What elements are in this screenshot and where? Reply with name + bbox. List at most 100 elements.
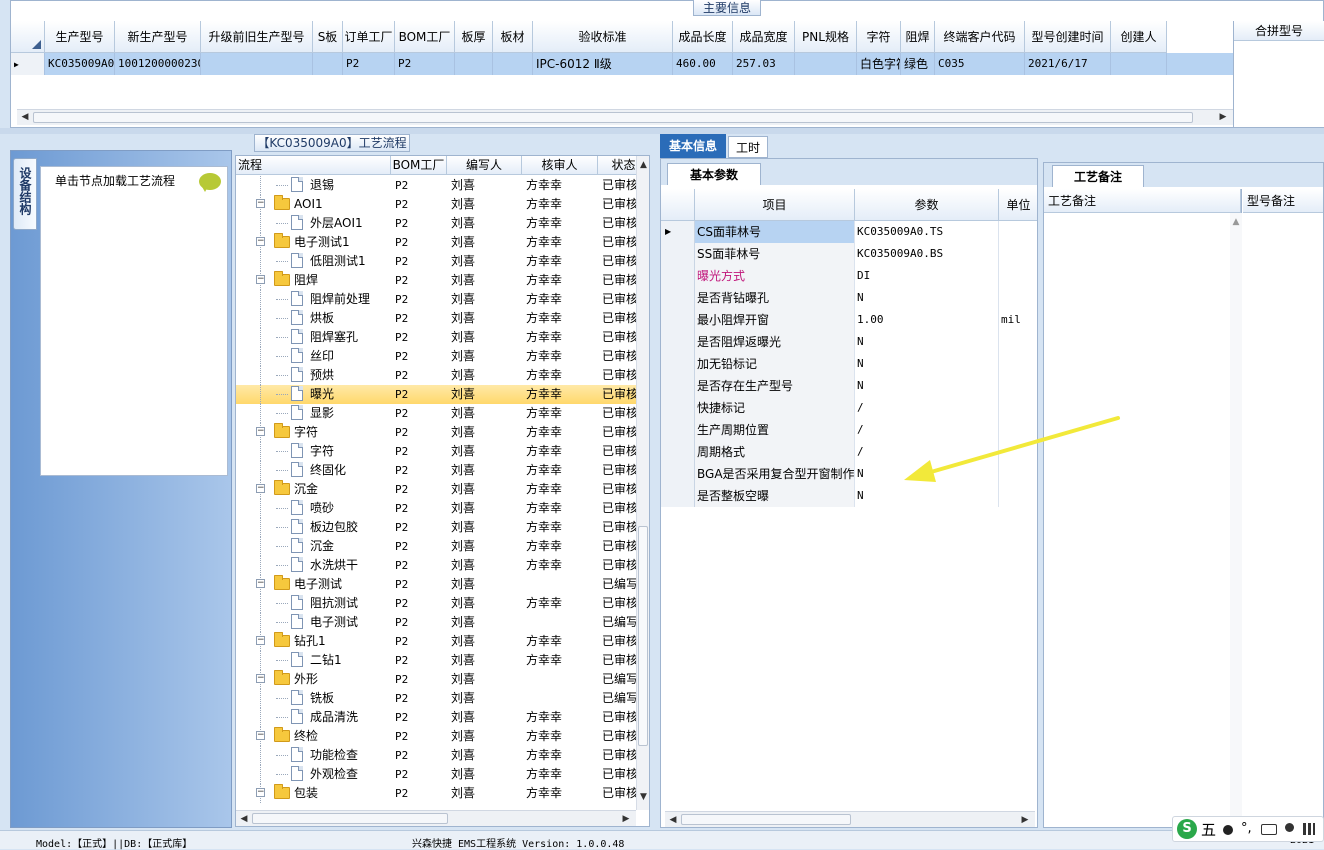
process-row[interactable]: 外观检查 P2 刘喜 方幸幸 已审核: [236, 765, 637, 784]
tab-process-remarks[interactable]: 工艺备注: [1052, 165, 1144, 187]
process-tree[interactable]: 退锡 P2 刘喜 方幸幸 已审核 − AOI1 P2 刘喜 方幸幸 已审核 外层AOI1 P2 刘喜 方幸幸…: [236, 170, 637, 810]
scroll-thumb[interactable]: [681, 814, 851, 825]
main-cell-0[interactable]: KC035009A0: [45, 53, 115, 75]
param-row-selector[interactable]: [661, 463, 695, 485]
param-value[interactable]: KC035009A0.TS: [855, 221, 999, 243]
main-cell-9[interactable]: 460.00: [673, 53, 733, 75]
process-row[interactable]: 铣板 P2 刘喜 已编写: [236, 689, 637, 708]
ime-toolbar[interactable]: S 五 °,: [1172, 816, 1324, 842]
scroll-right-icon[interactable]: ▶: [620, 812, 632, 826]
param-value[interactable]: N: [855, 331, 999, 353]
param-row[interactable]: 是否背钻曝孔 N: [661, 287, 1033, 309]
equipment-hint-box[interactable]: 单击节点加载工艺流程: [40, 166, 228, 476]
process-row[interactable]: 退锡 P2 刘喜 方幸幸 已审核: [236, 176, 637, 195]
process-row[interactable]: 低阻测试1 P2 刘喜 方幸幸 已审核: [236, 252, 637, 271]
process-row[interactable]: 电子测试 P2 刘喜 已编写: [236, 613, 637, 632]
tree-collapse-icon[interactable]: −: [256, 788, 265, 797]
process-row[interactable]: 预烘 P2 刘喜 方幸幸 已审核: [236, 366, 637, 385]
main-cell-12[interactable]: 白色字符: [857, 53, 901, 75]
param-value[interactable]: N: [855, 353, 999, 375]
main-cell-3[interactable]: [313, 53, 343, 75]
main-cell-7[interactable]: [493, 53, 533, 75]
process-row[interactable]: − 字符 P2 刘喜 方幸幸 已审核: [236, 423, 637, 442]
main-cell-15[interactable]: 2021/6/17: [1025, 53, 1111, 75]
process-row[interactable]: 水洗烘干 P2 刘喜 方幸幸 已审核: [236, 556, 637, 575]
param-value[interactable]: KC035009A0.BS: [855, 243, 999, 265]
process-row[interactable]: 字符 P2 刘喜 方幸幸 已审核: [236, 442, 637, 461]
param-row[interactable]: 曝光方式 DI: [661, 265, 1033, 287]
tree-collapse-icon[interactable]: −: [256, 427, 265, 436]
params-hscroll[interactable]: ◀ ▶: [665, 811, 1035, 827]
process-row[interactable]: 显影 P2 刘喜 方幸幸 已审核: [236, 404, 637, 423]
process-row[interactable]: − 钻孔1 P2 刘喜 方幸幸 已审核: [236, 632, 637, 651]
process-row[interactable]: 阻焊塞孔 P2 刘喜 方幸幸 已审核: [236, 328, 637, 347]
process-vscroll[interactable]: ▲ ▼: [636, 156, 649, 810]
tab-work-hours[interactable]: 工时: [728, 136, 768, 158]
scroll-left-icon[interactable]: ◀: [238, 812, 250, 826]
main-cell-1[interactable]: 10012000002306: [115, 53, 201, 75]
process-row[interactable]: 沉金 P2 刘喜 方幸幸 已审核: [236, 537, 637, 556]
param-row[interactable]: 是否整板空曝 N: [661, 485, 1033, 507]
tree-collapse-icon[interactable]: −: [256, 674, 265, 683]
param-row[interactable]: ▶ CS面菲林号 KC035009A0.TS: [661, 221, 1033, 243]
scroll-thumb[interactable]: [252, 813, 448, 824]
param-row[interactable]: 是否存在生产型号 N: [661, 375, 1033, 397]
tab-basic-params[interactable]: 基本参数: [667, 163, 761, 185]
equipment-tab[interactable]: 设备结构: [13, 158, 37, 230]
ime-menu-icon[interactable]: [1303, 823, 1315, 835]
process-row[interactable]: 功能检查 P2 刘喜 方幸幸 已审核: [236, 746, 637, 765]
process-row[interactable]: 喷砂 P2 刘喜 方幸幸 已审核: [236, 499, 637, 518]
main-info-data-row[interactable]: ▶ KC035009A010012000002306 P2P2 IPC-6012 Ⅱ级…: [11, 53, 1233, 75]
process-row[interactable]: − AOI1 P2 刘喜 方幸幸 已审核: [236, 195, 637, 214]
main-cell-10[interactable]: 257.03: [733, 53, 795, 75]
remarks-col1-vscroll[interactable]: ▲: [1230, 213, 1242, 823]
tree-collapse-icon[interactable]: −: [256, 484, 265, 493]
tree-collapse-icon[interactable]: −: [256, 199, 265, 208]
ime-punct-icon[interactable]: °,: [1241, 820, 1252, 838]
remarks-col2[interactable]: 型号备注: [1243, 189, 1323, 827]
param-row-selector[interactable]: [661, 331, 695, 353]
tree-collapse-icon[interactable]: −: [256, 636, 265, 645]
main-cell-14[interactable]: C035: [935, 53, 1025, 75]
main-cell-11[interactable]: [795, 53, 857, 75]
row-indicator[interactable]: ▶: [11, 53, 45, 75]
param-row-selector[interactable]: [661, 265, 695, 287]
ime-fullwidth-icon[interactable]: [1223, 825, 1233, 835]
main-cell-6[interactable]: [455, 53, 493, 75]
process-hscroll[interactable]: ◀ ▶: [236, 810, 636, 826]
tree-collapse-icon[interactable]: −: [256, 237, 265, 246]
param-value[interactable]: N: [855, 485, 999, 507]
process-row[interactable]: 阻抗测试 P2 刘喜 方幸幸 已审核: [236, 594, 637, 613]
tab-basic-info[interactable]: 基本信息: [660, 134, 726, 158]
process-row[interactable]: 丝印 P2 刘喜 方幸幸 已审核: [236, 347, 637, 366]
scroll-thumb[interactable]: [638, 526, 648, 746]
scroll-down-icon[interactable]: ▼: [637, 790, 649, 804]
param-row[interactable]: 加无铅标记 N: [661, 353, 1033, 375]
param-value[interactable]: 1.00: [855, 309, 999, 331]
process-row[interactable]: − 电子测试1 P2 刘喜 方幸幸 已审核: [236, 233, 637, 252]
process-row[interactable]: − 沉金 P2 刘喜 方幸幸 已审核: [236, 480, 637, 499]
process-row[interactable]: 曝光 P2 刘喜 方幸幸 已审核: [236, 385, 637, 404]
param-row[interactable]: SS面菲林号 KC035009A0.BS: [661, 243, 1033, 265]
main-info-hscroll[interactable]: ◀ ▶: [17, 109, 1233, 125]
process-row[interactable]: − 终检 P2 刘喜 方幸幸 已审核: [236, 727, 637, 746]
param-value[interactable]: N: [855, 287, 999, 309]
scroll-right-icon[interactable]: ▶: [1019, 813, 1031, 827]
param-row-selector[interactable]: [661, 243, 695, 265]
process-row[interactable]: − 外形 P2 刘喜 已编写: [236, 670, 637, 689]
param-row-selector[interactable]: [661, 353, 695, 375]
main-cell-2[interactable]: [201, 53, 313, 75]
process-row[interactable]: 板边包胶 P2 刘喜 方幸幸 已审核: [236, 518, 637, 537]
param-row-selector[interactable]: [661, 397, 695, 419]
process-row[interactable]: 终固化 P2 刘喜 方幸幸 已审核: [236, 461, 637, 480]
process-row[interactable]: − 阻焊 P2 刘喜 方幸幸 已审核: [236, 271, 637, 290]
param-row[interactable]: 最小阻焊开窗 1.00 mil: [661, 309, 1033, 331]
main-cell-8[interactable]: IPC-6012 Ⅱ级: [533, 53, 673, 75]
tree-collapse-icon[interactable]: −: [256, 275, 265, 284]
process-row[interactable]: 外层AOI1 P2 刘喜 方幸幸 已审核: [236, 214, 637, 233]
main-cell-5[interactable]: P2: [395, 53, 455, 75]
main-cell-13[interactable]: 绿色: [901, 53, 935, 75]
tree-collapse-icon[interactable]: −: [256, 731, 265, 740]
ime-mode-label[interactable]: 五: [1201, 820, 1216, 840]
process-row[interactable]: 成品清洗 P2 刘喜 方幸幸 已审核: [236, 708, 637, 727]
